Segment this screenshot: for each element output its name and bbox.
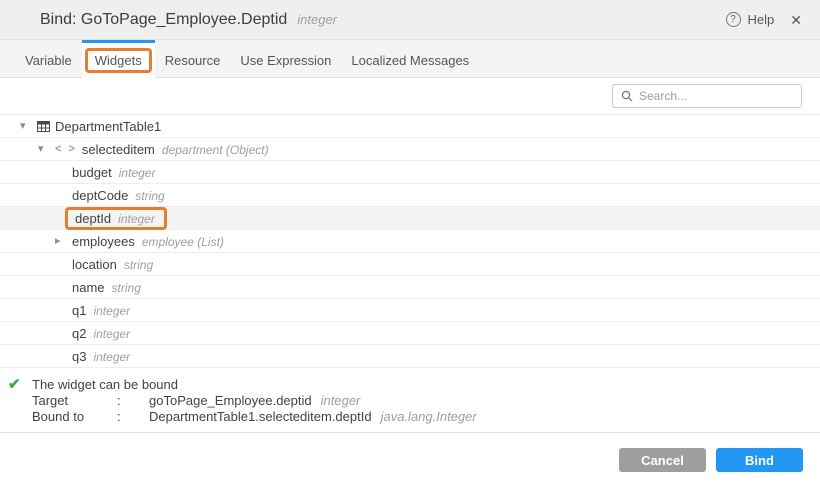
annotation-highlight: deptId integer <box>65 207 167 230</box>
status-row-label: Bound to <box>32 409 117 425</box>
tab-resource[interactable]: Resource <box>155 40 231 77</box>
node-label: deptCode <box>72 188 128 203</box>
node-label: DepartmentTable1 <box>55 119 161 134</box>
status-row-value: DepartmentTable1.selecteditem.deptIdjava… <box>149 409 477 425</box>
tab-use-expression[interactable]: Use Expression <box>230 40 341 77</box>
table-icon <box>37 121 50 132</box>
tree-row-q2[interactable]: q2 integer <box>0 322 820 345</box>
object-icon: < > <box>55 143 77 155</box>
check-icon: ✔ <box>8 377 32 432</box>
caret-right-icon[interactable]: ▸ <box>55 236 72 247</box>
status-row-type: java.lang.Integer <box>381 409 477 424</box>
dialog-footer: Cancel Bind <box>0 433 820 487</box>
node-label: employees <box>72 234 135 249</box>
tab-variable[interactable]: Variable <box>15 40 82 77</box>
node-type: integer <box>119 166 156 180</box>
dialog-title-type: integer <box>297 12 337 27</box>
widget-tree: ▾ DepartmentTable1 ▾ < > selecteditem dep… <box>0 115 820 368</box>
node-type: string <box>135 189 164 203</box>
help-icon: ? <box>726 12 741 27</box>
tree-row-DepartmentTable1[interactable]: ▾ DepartmentTable1 <box>0 115 820 138</box>
node-type: employee (List) <box>142 235 224 249</box>
node-type: department (Object) <box>162 143 269 157</box>
dialog-title: Bind: GoToPage_Employee.Deptid <box>40 11 287 29</box>
tree-row-employees[interactable]: ▸ employees employee (List) <box>0 230 820 253</box>
tab-bar: Variable Widgets Resource Use Expression… <box>0 40 820 78</box>
help-label: Help <box>748 12 775 27</box>
tab-label: Widgets <box>85 48 152 73</box>
status-row-type: integer <box>321 393 361 408</box>
node-label: q3 <box>72 349 86 364</box>
tab-label: Resource <box>165 51 221 70</box>
help-button[interactable]: ? Help <box>726 12 775 27</box>
status-detail-grid: Target:goToPage_Employee.deptidinteger B… <box>32 393 477 425</box>
tree-row-q3[interactable]: q3 integer <box>0 345 820 368</box>
status-row-value: goToPage_Employee.deptidinteger <box>149 393 477 409</box>
bind-status: ✔ The widget can be bound Target:goToPag… <box>0 368 820 433</box>
node-type: integer <box>93 327 130 341</box>
tab-label: Variable <box>25 51 72 70</box>
tab-widgets[interactable]: Widgets <box>82 40 155 78</box>
node-label: name <box>72 280 105 295</box>
caret-down-icon[interactable]: ▾ <box>38 144 55 155</box>
tree-row-deptCode[interactable]: deptCode string <box>0 184 820 207</box>
search-icon <box>621 90 633 102</box>
node-type: integer <box>118 212 155 226</box>
tree-row-location[interactable]: location string <box>0 253 820 276</box>
dialog-header: Bind: GoToPage_Employee.Deptid integer ?… <box>0 0 820 40</box>
node-label: location <box>72 257 117 272</box>
tab-localized-messages[interactable]: Localized Messages <box>341 40 479 77</box>
search-box <box>612 84 802 108</box>
tree-row-q1[interactable]: q1 integer <box>0 299 820 322</box>
tree-row-name[interactable]: name string <box>0 276 820 299</box>
search-input[interactable] <box>639 89 793 103</box>
node-label: q2 <box>72 326 86 341</box>
node-label: selecteditem <box>82 142 155 157</box>
node-label: budget <box>72 165 112 180</box>
tab-label: Localized Messages <box>351 51 469 70</box>
node-type: string <box>112 281 141 295</box>
node-type: integer <box>93 304 130 318</box>
header-actions: ? Help ✕ <box>726 12 802 27</box>
node-type: integer <box>93 350 130 364</box>
cancel-button[interactable]: Cancel <box>619 448 706 472</box>
tree-row-deptId[interactable]: deptId integer <box>0 207 820 230</box>
bind-button[interactable]: Bind <box>716 448 803 472</box>
node-type: string <box>124 258 153 272</box>
node-label: q1 <box>72 303 86 318</box>
node-label: deptId <box>75 211 111 226</box>
search-row <box>0 78 820 115</box>
tab-label: Use Expression <box>240 51 331 70</box>
bind-dialog: Bind: GoToPage_Employee.Deptid integer ?… <box>0 0 820 487</box>
close-icon[interactable]: ✕ <box>790 13 802 27</box>
caret-down-icon[interactable]: ▾ <box>20 121 37 132</box>
tree-row-budget[interactable]: budget integer <box>0 161 820 184</box>
status-message: The widget can be bound <box>32 377 477 393</box>
status-row-label: Target <box>32 393 117 409</box>
tree-row-selecteditem[interactable]: ▾ < > selecteditem department (Object) <box>0 138 820 161</box>
